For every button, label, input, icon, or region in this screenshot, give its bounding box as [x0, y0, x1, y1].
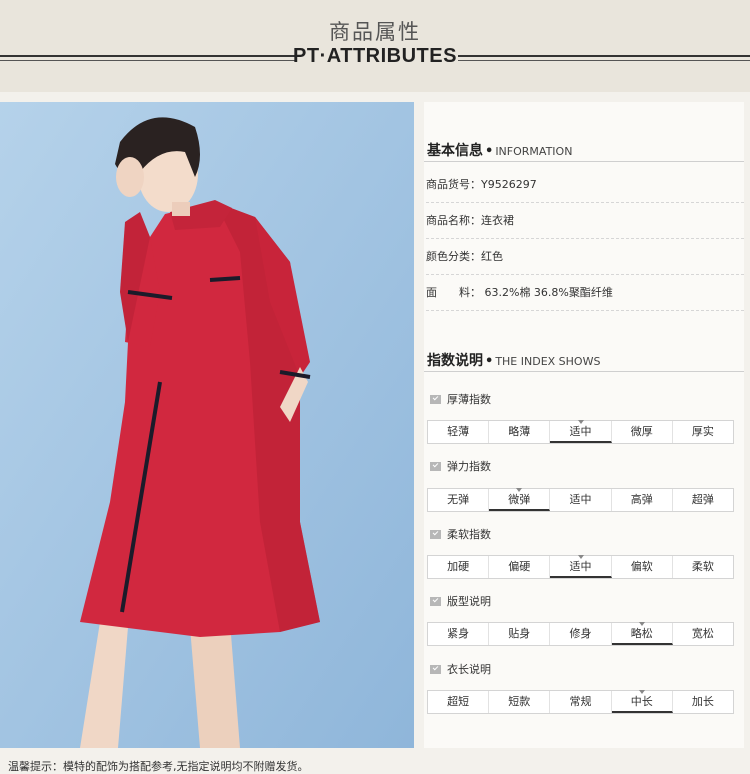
length-label-text: 衣长说明: [447, 663, 491, 676]
index-option-selected: 中长: [611, 690, 673, 713]
index-option: 柔软: [691, 560, 714, 573]
checkbox-icon: [430, 462, 441, 471]
index-option-selected: 适中: [550, 555, 612, 578]
index-title: 指数说明: [427, 353, 483, 369]
basic-info-dot: •: [485, 144, 494, 159]
softness-label-text: 柔软指数: [447, 528, 491, 541]
index-option: 轻薄: [428, 421, 490, 443]
index-option: 加硬: [428, 556, 490, 578]
index-option: 偏软: [612, 556, 673, 578]
item-name-row: 商品名称：连衣裙: [426, 203, 744, 239]
index-heading: 指数说明 • THE INDEX SHOWS: [424, 344, 744, 372]
index-option-selected: 略松: [611, 622, 673, 645]
index-option: 略薄: [489, 421, 551, 443]
basic-info-subtitle: INFORMATION: [495, 145, 573, 158]
color-row: 颜色分类：红色: [426, 239, 744, 275]
index-option: 修身: [550, 623, 612, 645]
fit-label: 版型说明: [430, 595, 491, 609]
fabric-row: 面 料： 63.2%棉 36.8%聚酯纤维: [426, 275, 744, 311]
index-option: 无弹: [428, 489, 490, 511]
basic-info-title: 基本信息: [427, 143, 483, 159]
index-subtitle: THE INDEX SHOWS: [495, 355, 601, 368]
elasticity-label-text: 弹力指数: [447, 460, 491, 473]
softness-options: 加硬 偏硬 适中 偏软 柔软: [427, 555, 734, 579]
softness-label: 柔软指数: [430, 528, 491, 542]
product-info-panel: 基本信息 • INFORMATION 商品货号：Y9526297 商品名称：连衣裙 …: [424, 102, 744, 748]
attributes-header: 商品属性 PT·ATTRIBUTES: [0, 0, 750, 92]
index-option: 超弹: [691, 493, 714, 506]
index-option: 常规: [550, 691, 612, 713]
index-option: 偏硬: [489, 556, 551, 578]
index-option: 短款: [489, 691, 551, 713]
checkbox-icon: [430, 597, 441, 606]
fit-options: 紧身 贴身 修身 略松 宽松: [427, 622, 734, 646]
checkbox-icon: [430, 665, 441, 674]
index-option: 厚实: [691, 425, 714, 438]
checkbox-icon: [430, 530, 441, 539]
index-option: 加长: [691, 695, 714, 708]
footer-note: 温馨提示：模特的配饰为搭配参考,无指定说明均不附赠发货。: [8, 760, 309, 773]
index-option: 高弹: [612, 489, 673, 511]
thickness-label-text: 厚薄指数: [447, 393, 491, 406]
index-dot: •: [485, 354, 494, 369]
thickness-options: 轻薄 略薄 适中 微厚 厚实: [427, 420, 734, 444]
index-option-selected: 适中: [550, 420, 612, 443]
index-option: 宽松: [691, 627, 714, 640]
fit-label-text: 版型说明: [447, 595, 491, 608]
length-options: 超短 短款 常规 中长 加长: [427, 690, 734, 714]
model-illustration: [0, 102, 414, 748]
elasticity-label: 弹力指数: [430, 460, 491, 474]
index-option: 贴身: [489, 623, 551, 645]
length-label: 衣长说明: [430, 663, 491, 677]
index-option: 适中: [550, 489, 612, 511]
checkbox-icon: [430, 395, 441, 404]
model-photo: [0, 102, 414, 748]
header-title-en: PT·ATTRIBUTES: [293, 45, 457, 67]
basic-info-heading: 基本信息 • INFORMATION: [424, 134, 744, 162]
header-title-cn: 商品属性: [329, 20, 421, 44]
thickness-label: 厚薄指数: [430, 393, 491, 407]
item-number-row: 商品货号：Y9526297: [426, 167, 744, 203]
index-option-selected: 微弹: [489, 488, 551, 511]
elasticity-options: 无弹 微弹 适中 高弹 超弹: [427, 488, 734, 512]
index-option: 紧身: [428, 623, 490, 645]
index-option: 微厚: [612, 421, 673, 443]
index-option: 超短: [428, 691, 490, 713]
